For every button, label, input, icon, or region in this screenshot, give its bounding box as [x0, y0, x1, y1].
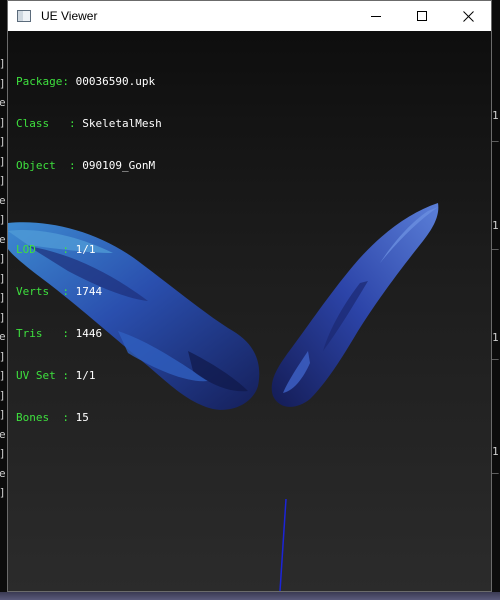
- stat-value: 1744: [75, 285, 103, 298]
- terminal-fragment: ]: [0, 155, 6, 168]
- terminal-fragment: e: [0, 466, 6, 480]
- info-row-object: Object : 090109_GonM: [16, 159, 162, 173]
- terminal-fragment: ]: [0, 409, 6, 421]
- maximize-button[interactable]: [399, 1, 445, 31]
- background-terminal-right: 1 _ 1 _ 1 _ 1 _: [492, 0, 500, 600]
- window-controls: [353, 1, 491, 31]
- info-label: Package:: [16, 75, 76, 88]
- ue-viewer-window[interactable]: UE Viewer Package: 00036590.upk Class: …: [7, 0, 492, 592]
- info-row-package: Package: 00036590.upk: [16, 75, 162, 89]
- terminal-fragment: ]: [0, 487, 6, 499]
- terminal-fragment: 1: [492, 109, 499, 122]
- close-button[interactable]: [445, 1, 491, 31]
- terminal-fragment: _: [492, 237, 499, 250]
- info-value: SkeletalMesh: [82, 117, 162, 130]
- terminal-fragment: 1: [492, 445, 499, 458]
- terminal-fragment: _: [492, 347, 499, 360]
- stat-value: 15: [75, 411, 89, 424]
- window-title: UE Viewer: [41, 9, 98, 23]
- mesh-info-overlay: Package: 00036590.upk Class : SkeletalMe…: [16, 47, 162, 453]
- stat-label: Bones :: [16, 411, 76, 424]
- stat-row-tris: Tris : 1446: [16, 327, 162, 341]
- terminal-fragment: ]: [0, 370, 6, 382]
- terminal-fragment: _: [492, 129, 499, 142]
- terminal-fragment: ]: [0, 350, 6, 363]
- stat-label: LOD :: [16, 243, 76, 256]
- terminal-fragment: ]: [0, 292, 6, 304]
- stat-row-uv-set: UV Set : 1/1: [16, 369, 162, 383]
- terminal-fragment: 1: [492, 219, 499, 232]
- terminal-fragment: e: [0, 96, 6, 109]
- terminal-fragment: e: [0, 330, 6, 343]
- info-label: Class :: [16, 117, 83, 130]
- terminal-fragment: ]: [0, 272, 6, 285]
- terminal-fragment: ]: [0, 448, 6, 460]
- stat-value: 1/1: [75, 369, 96, 382]
- info-value: 090109_GonM: [82, 159, 156, 172]
- terminal-fragment: ]: [0, 175, 6, 187]
- terminal-fragment: 1: [492, 331, 499, 344]
- title-bar[interactable]: UE Viewer: [8, 1, 491, 31]
- close-icon: [462, 10, 474, 22]
- maximize-icon: [417, 11, 427, 21]
- terminal-fragment: ]: [0, 116, 6, 129]
- stat-label: Verts :: [16, 285, 76, 298]
- stat-value: 1446: [75, 327, 103, 340]
- terminal-fragment: ]: [0, 311, 6, 324]
- info-label: Object :: [16, 159, 83, 172]
- terminal-fragment: e: [0, 232, 6, 246]
- terminal-fragment: ]: [0, 58, 6, 70]
- info-row-class: Class : SkeletalMesh: [16, 117, 162, 131]
- stat-row-bones: Bones : 15: [16, 411, 162, 425]
- terminal-fragment: ]: [0, 389, 6, 402]
- terminal-fragment: ]: [0, 253, 6, 265]
- info-value: 00036590.upk: [75, 75, 156, 88]
- minimize-button[interactable]: [353, 1, 399, 31]
- stat-label: UV Set :: [16, 369, 76, 382]
- terminal-fragment: e: [0, 427, 6, 441]
- stat-value: 1/1: [75, 243, 96, 256]
- stat-label: Tris :: [16, 327, 76, 340]
- 3d-viewport[interactable]: Package: 00036590.upk Class : SkeletalMe…: [8, 31, 491, 591]
- terminal-fragment: _: [492, 461, 499, 474]
- stat-row-verts: Verts : 1744: [16, 285, 162, 299]
- minimize-icon: [371, 16, 381, 17]
- app-window-icon: [17, 10, 31, 22]
- terminal-fragment: ]: [0, 214, 6, 226]
- stat-row-lod: LOD : 1/1: [16, 243, 162, 257]
- terminal-fragment: ]: [0, 136, 6, 148]
- terminal-fragment: ]: [0, 77, 6, 90]
- terminal-fragment: e: [0, 193, 6, 207]
- desktop-taskbar-strip: [0, 592, 500, 600]
